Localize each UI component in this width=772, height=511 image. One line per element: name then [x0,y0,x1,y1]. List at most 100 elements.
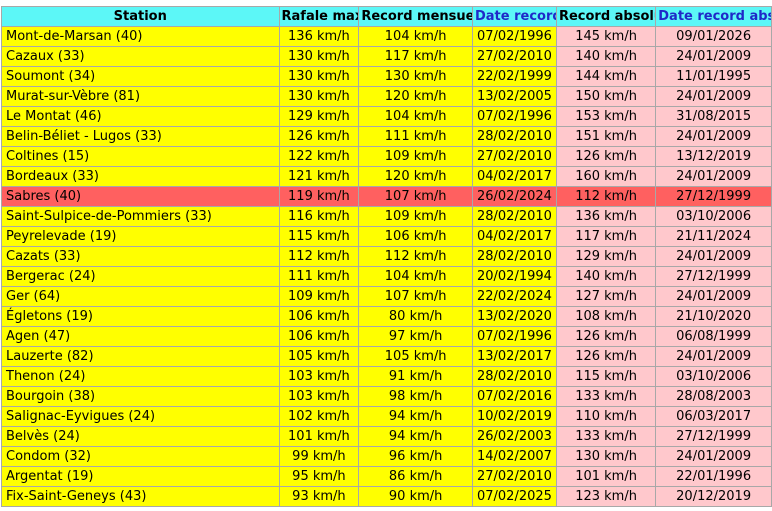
cell-record-absolu: 153 km/h [556,107,656,126]
table-row: Bergerac (24) 111 km/h 104 km/h 20/02/1994 1… [2,267,771,286]
cell-date-record: 28/02/2010 [472,367,556,386]
cell-record-absolu: 140 km/h [556,47,656,66]
cell-rafale-max: 126 km/h [279,127,359,146]
table-row: Soumont (34) 130 km/h 130 km/h 22/02/1999 14… [2,67,771,86]
cell-rafale-max: 112 km/h [279,247,359,266]
cell-date-record: 28/02/2010 [472,247,556,266]
cell-station: Agen (47) [2,327,279,346]
table-row: Belvès (24) 101 km/h 94 km/h 26/02/2003 133 … [2,427,771,446]
table-row: Lauzerte (82) 105 km/h 105 km/h 13/02/2017 1… [2,347,771,366]
cell-record-absolu: 129 km/h [556,247,656,266]
header-date-record-link[interactable]: Date record [472,7,556,26]
cell-record-absolu: 123 km/h [556,487,656,506]
cell-date-record-abs: 13/12/2019 [656,147,771,166]
cell-date-record: 28/02/2010 [472,127,556,146]
cell-date-record: 22/02/2024 [472,287,556,306]
cell-station: Condom (32) [2,447,279,466]
header-record-absolu: Record absolu [556,7,656,26]
cell-rafale-max: 130 km/h [279,87,359,106]
cell-date-record-abs: 21/11/2024 [656,227,771,246]
cell-date-record: 27/02/2010 [472,47,556,66]
cell-date-record-abs: 24/01/2009 [656,447,771,466]
cell-station: Argentat (19) [2,467,279,486]
cell-rafale-max: 111 km/h [279,267,359,286]
cell-date-record-abs: 24/01/2009 [656,127,771,146]
cell-date-record-abs: 11/01/1995 [656,67,771,86]
header-date-record-abs-link[interactable]: Date record abs. [656,7,771,26]
cell-station: Cazats (33) [2,247,279,266]
table-row: Égletons (19) 106 km/h 80 km/h 13/02/2020 10… [2,307,771,326]
cell-record-mensuel: 120 km/h [359,167,472,186]
cell-record-absolu: 151 km/h [556,127,656,146]
cell-date-record: 13/02/2005 [472,87,556,106]
cell-rafale-max: 136 km/h [279,27,359,46]
cell-date-record: 04/02/2017 [472,227,556,246]
cell-rafale-max: 129 km/h [279,107,359,126]
cell-date-record-abs: 24/01/2009 [656,87,771,106]
table-row: Sabres (40) 119 km/h 107 km/h 26/02/2024 112… [2,187,771,206]
cell-record-absolu: 140 km/h [556,267,656,286]
cell-date-record: 13/02/2020 [472,307,556,326]
cell-date-record: 28/02/2010 [472,207,556,226]
cell-date-record-abs: 27/12/1999 [656,187,771,206]
table-row: Mont-de-Marsan (40) 136 km/h 104 km/h 07/02… [2,27,771,46]
cell-rafale-max: 119 km/h [279,187,359,206]
cell-record-absolu: 136 km/h [556,207,656,226]
cell-record-mensuel: 80 km/h [359,307,472,326]
cell-station: Saint-Sulpice-de-Pommiers (33) [2,207,279,226]
cell-date-record-abs: 20/12/2019 [656,487,771,506]
table-row: Le Montat (46) 129 km/h 104 km/h 07/02/1996… [2,107,771,126]
cell-date-record: 26/02/2003 [472,427,556,446]
table-row: Salignac-Eyvigues (24) 102 km/h 94 km/h 10/… [2,407,771,426]
table-row: Ger (64) 109 km/h 107 km/h 22/02/2024 127 km… [2,287,771,306]
table-row: Thenon (24) 103 km/h 91 km/h 28/02/2010 115 … [2,367,771,386]
cell-date-record: 27/02/2010 [472,467,556,486]
table-row: Fix-Saint-Geneys (43) 93 km/h 90 km/h 07/02… [2,487,771,506]
cell-record-absolu: 101 km/h [556,467,656,486]
cell-station: Sabres (40) [2,187,279,206]
table-row: Saint-Sulpice-de-Pommiers (33) 116 km/h 10… [2,207,771,226]
cell-record-absolu: 112 km/h [556,187,656,206]
table-row: Coltines (15) 122 km/h 109 km/h 27/02/2010 1… [2,147,771,166]
cell-station: Bordeaux (33) [2,167,279,186]
table-row: Belin-Béliet - Lugos (33) 126 km/h 111 km/… [2,127,771,146]
table-row: Argentat (19) 95 km/h 86 km/h 27/02/2010 101… [2,467,771,486]
cell-rafale-max: 106 km/h [279,307,359,326]
cell-rafale-max: 130 km/h [279,67,359,86]
cell-date-record-abs: 31/08/2015 [656,107,771,126]
cell-rafale-max: 115 km/h [279,227,359,246]
cell-station: Lauzerte (82) [2,347,279,366]
cell-rafale-max: 103 km/h [279,367,359,386]
cell-date-record: 26/02/2024 [472,187,556,206]
cell-date-record-abs: 24/01/2009 [656,287,771,306]
cell-record-absolu: 144 km/h [556,67,656,86]
cell-station: Salignac-Eyvigues (24) [2,407,279,426]
cell-rafale-max: 106 km/h [279,327,359,346]
cell-date-record: 22/02/1999 [472,67,556,86]
cell-record-mensuel: 117 km/h [359,47,472,66]
table-row: Agen (47) 106 km/h 97 km/h 07/02/1996 126 km… [2,327,771,346]
cell-station: Ger (64) [2,287,279,306]
cell-rafale-max: 121 km/h [279,167,359,186]
cell-record-absolu: 117 km/h [556,227,656,246]
cell-date-record: 20/02/1994 [472,267,556,286]
cell-station: Fix-Saint-Geneys (43) [2,487,279,506]
cell-station: Belvès (24) [2,427,279,446]
cell-record-absolu: 115 km/h [556,367,656,386]
cell-station: Murat-sur-Vèbre (81) [2,87,279,106]
table-row: Bordeaux (33) 121 km/h 120 km/h 04/02/2017 1… [2,167,771,186]
cell-record-mensuel: 94 km/h [359,407,472,426]
cell-date-record-abs: 24/01/2009 [656,347,771,366]
cell-date-record: 14/02/2007 [472,447,556,466]
cell-rafale-max: 109 km/h [279,287,359,306]
header-rafale-max: Rafale max [279,7,359,26]
cell-date-record: 04/02/2017 [472,167,556,186]
header-station: Station [2,7,279,26]
cell-record-mensuel: 90 km/h [359,487,472,506]
cell-record-mensuel: 96 km/h [359,447,472,466]
cell-rafale-max: 93 km/h [279,487,359,506]
cell-record-mensuel: 120 km/h [359,87,472,106]
cell-record-absolu: 133 km/h [556,387,656,406]
header-record-mensuel: Record mensuel [359,7,472,26]
cell-station: Égletons (19) [2,307,279,326]
